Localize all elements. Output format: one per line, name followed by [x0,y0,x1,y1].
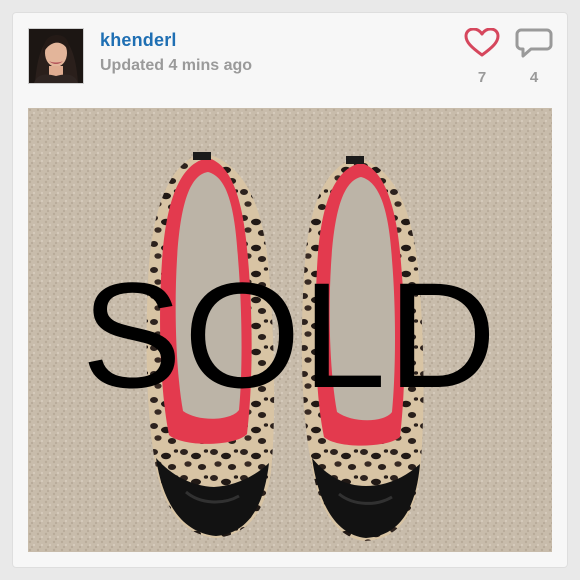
sold-overlay-text: SOLD [81,251,499,419]
post-card: khenderl Updated 4 mins ago 7 4 SOLD [12,12,568,568]
like-button[interactable]: 7 [462,27,502,86]
avatar[interactable] [28,28,84,84]
comment-button[interactable]: 4 [514,28,554,86]
speech-bubble-icon [515,28,553,62]
post-header: khenderl Updated 4 mins ago 7 4 [12,12,568,108]
like-count: 7 [477,69,487,86]
heart-icon [464,27,500,62]
username[interactable]: khenderl [100,30,177,51]
avatar-image [29,29,83,83]
comment-count: 4 [529,69,539,86]
updated-time: Updated 4 mins ago [100,57,253,74]
post-photo[interactable]: SOLD [28,108,552,552]
